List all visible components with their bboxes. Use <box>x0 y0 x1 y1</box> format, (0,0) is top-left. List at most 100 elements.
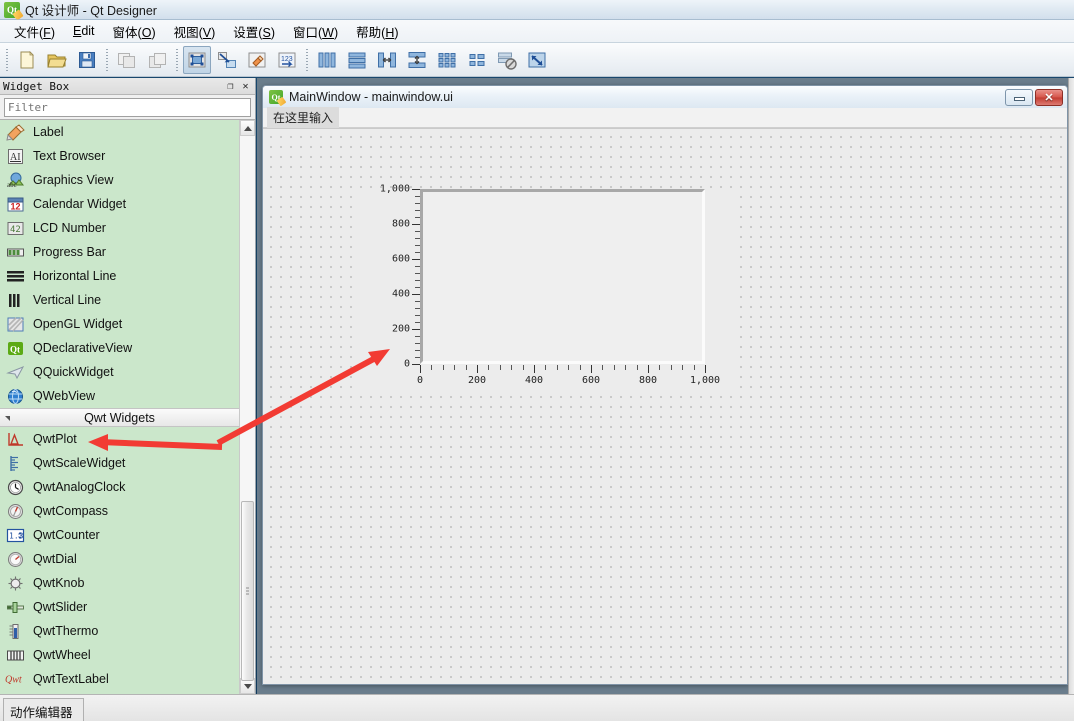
widget-box-item-qwebview[interactable]: QWebView <box>0 384 239 408</box>
widget-box-item-graphics-view[interactable]: abc Graphics View <box>0 168 239 192</box>
svg-text:123: 123 <box>281 56 293 63</box>
close-button[interactable]: ✕ <box>1035 88 1063 106</box>
widget-box-item-opengl-widget[interactable]: OpenGL Widget <box>0 312 239 336</box>
qwtslider-icon <box>5 598 25 616</box>
widget-box-item-qwtdial[interactable]: QwtDial <box>0 547 239 571</box>
open-form-button[interactable] <box>43 46 71 74</box>
tab-order-icon: 123 <box>278 52 296 67</box>
widget-box-item-qwttextlabel[interactable]: Qwt QwtTextLabel <box>0 667 239 691</box>
scroll-up-arrow-icon[interactable] <box>240 120 255 136</box>
layout-splitter-vertical-button[interactable] <box>403 46 431 74</box>
toolbar-handle-4 <box>306 48 308 71</box>
menu-help[interactable]: 帮助(H) <box>347 19 407 44</box>
qwtknob-icon <box>5 574 25 592</box>
tool-bar: 123 <box>0 43 1074 77</box>
menu-settings[interactable]: 设置(S) <box>224 19 284 44</box>
minimize-button[interactable] <box>1005 88 1033 106</box>
widget-box-item-label: QwtCompass <box>33 504 109 518</box>
y-tick-major <box>412 364 420 365</box>
widget-box-item-qdeclarativeview[interactable]: Qt QDeclarativeView <box>0 336 239 360</box>
widget-box-item-vertical-line[interactable]: Vertical Line <box>0 288 239 312</box>
menu-form[interactable]: 窗体(O) <box>104 19 165 44</box>
widget-box-item-qwtthermo[interactable]: QwtThermo <box>0 619 239 643</box>
widget-box-item-lcd-number[interactable]: 42 LCD Number <box>0 216 239 240</box>
save-form-button[interactable] <box>73 46 101 74</box>
widget-box-category-qwt-widgets[interactable]: Qwt Widgets <box>0 408 239 427</box>
edit-signals-slots-button[interactable] <box>213 46 241 74</box>
qwtanalogclock-icon <box>5 478 25 496</box>
x-tick-minor <box>545 365 547 370</box>
layout-grid-icon <box>438 52 456 67</box>
qwtthermo-icon <box>5 622 25 640</box>
opengl-widget-icon <box>5 315 25 333</box>
edit-buddies-button[interactable] <box>243 46 271 74</box>
form-menubar-placeholder[interactable]: 在这里输入 <box>267 107 340 128</box>
menu-view[interactable]: 视图(V) <box>165 19 225 44</box>
status-bar: 动作编辑器 <box>0 694 1074 721</box>
layout-horizontal-icon <box>318 52 336 67</box>
x-tick-label: 200 <box>467 375 487 386</box>
menu-window[interactable]: 窗口(W) <box>284 19 347 44</box>
edit-tab-order-button[interactable]: 123 <box>273 46 301 74</box>
widget-box-item-qwtslider[interactable]: QwtSlider <box>0 595 239 619</box>
widget-box-item-text-browser[interactable]: AI Text Browser <box>0 144 239 168</box>
widget-box-item-label: QwtTextLabel <box>33 672 109 686</box>
form-design-canvas[interactable]: 0 200 400 600 800 1,000 0 200 400 600 800 1,000 <box>263 128 1067 684</box>
widget-box-item-qwtknob[interactable]: QwtKnob <box>0 571 239 595</box>
redo-button[interactable] <box>143 46 171 74</box>
form-window-titlebar: Qt MainWindow - mainwindow.ui ✕ <box>263 86 1067 108</box>
widget-box-item-progress-bar[interactable]: Progress Bar <box>0 240 239 264</box>
filter-input[interactable] <box>4 98 251 117</box>
widget-box-item-label: QwtWheel <box>33 648 91 662</box>
layout-splitter-horizontal-button[interactable] <box>373 46 401 74</box>
action-editor-tab[interactable]: 动作编辑器 <box>3 698 84 721</box>
widget-box-item-label: QDeclarativeView <box>33 341 133 355</box>
close-icon[interactable]: ✕ <box>239 80 252 93</box>
widget-box-item-label: QWebView <box>33 389 96 403</box>
widget-box-item-label: QwtAnalogClock <box>33 480 126 494</box>
label-icon <box>5 123 25 141</box>
scrollbar-thumb[interactable] <box>241 501 254 681</box>
undock-icon[interactable]: ❐ <box>224 80 237 93</box>
widget-box-item-horizontal-line[interactable]: Horizontal Line <box>0 264 239 288</box>
qwtcounter-icon: 1.3 <box>5 526 25 544</box>
widget-box-item-qwtanalogclock[interactable]: QwtAnalogClock <box>0 475 239 499</box>
undo-button[interactable] <box>113 46 141 74</box>
qwtcompass-icon <box>5 502 25 520</box>
widget-box-item-qwtscalewidget[interactable]: QwtScaleWidget <box>0 451 239 475</box>
break-layout-icon <box>498 52 517 70</box>
layout-vertically-button[interactable] <box>343 46 371 74</box>
widget-box-item-label: Horizontal Line <box>33 269 117 283</box>
qwtscalewidget-icon <box>5 454 25 472</box>
widget-box-item-qwtcompass[interactable]: QwtCompass <box>0 499 239 523</box>
plot-canvas[interactable] <box>420 189 705 364</box>
qwtplot-icon <box>5 430 25 448</box>
layout-grid-button[interactable] <box>433 46 461 74</box>
widget-box-item-label[interactable]: Label <box>0 120 239 144</box>
menu-file[interactable]: 文件(F) <box>5 19 64 44</box>
new-form-button[interactable] <box>13 46 41 74</box>
layout-form-button[interactable] <box>463 46 491 74</box>
widget-box-item-qwtwheel[interactable]: QwtWheel <box>0 643 239 667</box>
widget-box-item-qwtcounter[interactable]: 1.3 QwtCounter <box>0 523 239 547</box>
scrollbar-track[interactable] <box>240 136 255 681</box>
widget-box-item-calendar-widget[interactable]: 12 Calendar Widget <box>0 192 239 216</box>
qwebview-icon <box>5 387 25 405</box>
y-tick-major <box>412 189 420 190</box>
menu-edit[interactable]: Edit <box>64 21 104 41</box>
minimize-icon <box>1013 97 1025 101</box>
qwtplot-widget[interactable]: 0 200 400 600 800 1,000 0 200 400 600 800 1,000 <box>358 184 738 394</box>
layout-horizontally-button[interactable] <box>313 46 341 74</box>
widget-box-item-label: QwtCounter <box>33 528 100 542</box>
new-document-icon <box>20 50 34 68</box>
break-layout-button[interactable] <box>493 46 521 74</box>
widget-box-list[interactable]: Label AI Text Browser abc Graphics View 12 Cal… <box>0 120 239 694</box>
adjust-size-button[interactable] <box>523 46 551 74</box>
widget-box-item-qwtplot[interactable]: QwtPlot <box>0 427 239 451</box>
y-tick-major <box>412 329 420 330</box>
widget-box-item-qquickwidget[interactable]: QQuickWidget <box>0 360 239 384</box>
edit-widgets-button[interactable] <box>183 45 211 74</box>
svg-text:1.3: 1.3 <box>9 531 24 540</box>
widget-box-scrollbar[interactable] <box>239 120 255 694</box>
qwtwheel-icon <box>5 646 25 664</box>
